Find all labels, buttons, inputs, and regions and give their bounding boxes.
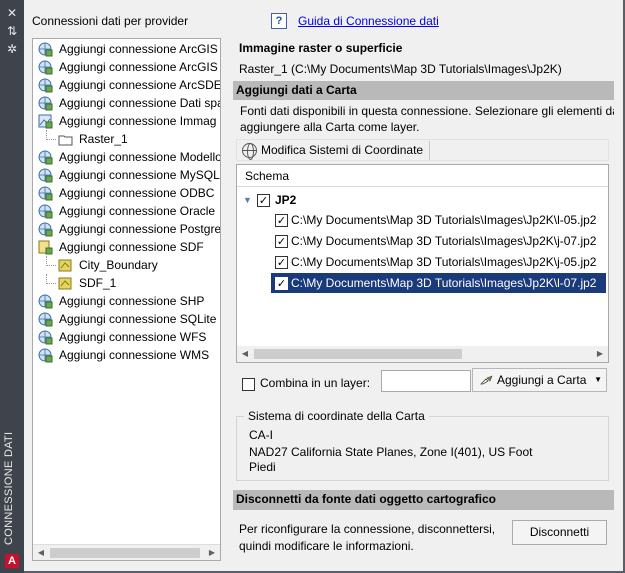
schema-item-row[interactable]: ✓ C:\My Documents\Map 3D Tutorials\Images… [271,210,606,230]
coordinate-system-code: CA-I [249,428,273,442]
globe-connection-icon [38,312,53,327]
tree-item-label: City_Boundary [79,258,158,272]
edit-coordinate-systems-button[interactable]: Modifica Sistemi di Coordinate [239,141,431,160]
schema-horizontal-scrollbar[interactable]: ◀ ▶ [237,346,608,362]
schema-item-checkbox[interactable]: ✓ [275,277,288,290]
globe-connection-icon [38,168,53,183]
tree-item-label: Aggiungi connessione Modello [59,150,221,164]
globe-connection-icon [38,78,53,93]
globe-connection-icon [38,96,53,111]
add-to-map-button[interactable]: Aggiungi a Carta ▼ [472,368,607,392]
tree-item-label: Raster_1 [79,130,128,148]
globe-connection-icon [38,150,53,165]
tree-connector-line [46,274,56,284]
schema-root-row[interactable]: ▼ ✓ JP2 [237,190,608,210]
tree-connector-line [46,256,56,266]
schema-root-label: JP2 [275,193,297,207]
scroll-left-icon[interactable]: ◀ [237,346,253,362]
schema-item-checkbox[interactable]: ✓ [275,214,288,227]
schema-item-checkbox[interactable]: ✓ [275,256,288,269]
coordinate-system-unit: Piedi [249,460,276,474]
globe-connection-icon [38,348,53,363]
combine-layer-label: Combina in un layer: [260,376,371,390]
globe-connection-icon [38,222,53,237]
close-icon[interactable]: ✕ [5,6,19,20]
globe-connection-icon [38,60,53,75]
raster-title: Immagine raster o superficie [239,41,403,55]
schema-item-label: C:\My Documents\Map 3D Tutorials\Images\… [291,276,597,290]
help-link[interactable]: Guida di Connessione dati [298,14,439,28]
side-title-bar: ✕ ⇅ ✲ CONNESSIONE DATI A [0,0,24,573]
schema-item-row[interactable]: ✓ C:\My Documents\Map 3D Tutorials\Images… [271,252,606,272]
globe-connection-icon [38,186,53,201]
sdf-file-icon [58,276,73,291]
schema-item-row[interactable]: ✓ C:\My Documents\Map 3D Tutorials\Images… [271,273,606,293]
add-data-description-2: aggiungere alla Carta come layer. [240,120,420,134]
globe-connection-icon [38,204,53,219]
schema-item-checkbox[interactable]: ✓ [275,235,288,248]
combine-layer-checkbox[interactable] [242,378,255,391]
disconnect-text: Per riconfigurare la connessione, discon… [239,522,496,536]
scroll-right-icon[interactable]: ▶ [592,346,608,362]
providers-title: Connessioni dati per provider [32,14,189,28]
globe-connection-icon [38,42,53,57]
disconnect-header: Disconnetti da fonte dati oggetto cartog… [233,490,614,510]
tree-item-label: Aggiungi connessione ArcGIS [59,42,218,56]
add-layer-icon [480,375,493,385]
tree-item-label: Aggiungi connessione SDF [59,240,204,254]
help-icon[interactable]: ? [271,13,287,29]
app-logo: A [5,554,19,568]
tree-item-label: Aggiungi connessione WFS [59,330,207,344]
schema-toolbar: Modifica Sistemi di Coordinate [236,139,609,161]
schema-item-label: C:\My Documents\Map 3D Tutorials\Images\… [291,255,597,269]
globe-icon [242,143,257,160]
coordinate-system-description: NAD27 California State Planes, Zone I(40… [249,445,533,459]
schema-list[interactable]: Schema ▼ ✓ JP2 ✓ C:\My Documents\Map 3D T… [236,164,609,363]
disconnect-button[interactable]: Disconnetti [512,520,607,545]
folder-icon [58,132,73,147]
scroll-thumb[interactable] [50,548,200,558]
sdf-connection-icon [38,240,53,255]
layer-name-input[interactable] [381,370,471,392]
schema-item-row[interactable]: ✓ C:\My Documents\Map 3D Tutorials\Images… [271,231,606,251]
tree-item-label: Aggiungi connessione Dati spa [59,96,221,110]
tree-item-label: Aggiungi connessione Postgre [59,222,221,236]
gear-icon[interactable]: ✲ [5,42,19,56]
tree-item-label: Aggiungi connessione ODBC [59,186,215,200]
tree-item-label: Aggiungi connessione Immag [59,114,217,128]
tree-item-label: Aggiungi connessione SHP [59,294,205,308]
schema-root-checkbox[interactable]: ✓ [257,194,270,207]
globe-connection-icon [38,330,53,345]
auto-hide-icon[interactable]: ⇅ [5,24,19,38]
scroll-left-icon[interactable]: ◀ [33,545,49,560]
tree-item-label: Aggiungi connessione ArcSDE [59,78,221,92]
tree-item-label: Aggiungi connessione ArcGIS [59,60,218,74]
disconnect-text-2: quindi modificare le informazioni. [239,539,414,553]
collapse-arrow-icon[interactable]: ▼ [243,190,252,210]
schema-item-label: C:\My Documents\Map 3D Tutorials\Images\… [291,234,597,248]
tree-item-label: Aggiungi connessione MySQL [59,168,220,182]
tree-horizontal-scrollbar[interactable]: ◀ ▶ [33,544,220,560]
globe-connection-icon [38,294,53,309]
provider-tree[interactable]: Aggiungi connessione ArcGIS Aggiungi conn… [32,38,221,561]
tree-item-label: Aggiungi connessione SQLite [59,312,217,326]
add-data-header: Aggiungi dati a Carta [233,81,614,100]
schema-column-header[interactable]: Schema [237,165,608,187]
sdf-file-icon [58,258,73,273]
tree-item-label: SDF_1 [79,276,117,290]
scroll-right-icon[interactable]: ▶ [204,545,220,560]
schema-item-label: C:\My Documents\Map 3D Tutorials\Images\… [291,213,597,227]
coordinate-system-title: Sistema di coordinate della Carta [244,409,429,423]
scroll-thumb[interactable] [254,349,462,359]
tree-item-label: Aggiungi connessione WMS [59,348,210,362]
raster-source: Raster_1 (C:\My Documents\Map 3D Tutoria… [239,62,562,76]
add-data-description: Fonti dati disponibili in questa conness… [240,104,614,118]
dropdown-arrow-icon[interactable]: ▼ [594,369,602,391]
tree-item-label: Aggiungi connessione Oracle [59,204,216,218]
raster-connection-icon [38,114,53,129]
tree-connector-line [46,130,56,140]
